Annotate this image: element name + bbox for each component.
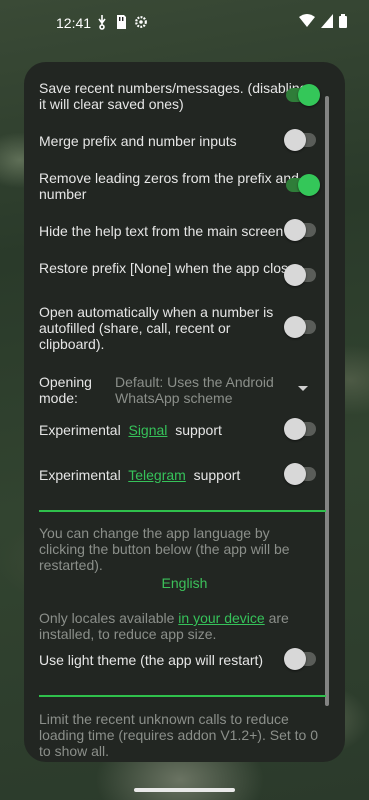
experimental-label: Experimental [39, 467, 121, 483]
toggle-knob [284, 129, 306, 151]
toggle-knob [284, 316, 306, 338]
setting-open-auto-label: Open automatically when a number is auto… [39, 304, 274, 352]
wifi-icon [299, 14, 315, 27]
locales-note-prefix: Only locales available [39, 610, 175, 626]
toggle-knob [298, 174, 320, 196]
support-label: support [175, 422, 222, 438]
setting-remove-zeros-label: Remove leading zeros from the prefix and… [39, 170, 299, 202]
gesture-nav-bar[interactable] [134, 788, 235, 792]
setting-save-recent-label: Save recent numbers/messages. (disabling… [39, 80, 308, 112]
toggle-remove-zeros[interactable] [286, 174, 320, 196]
toggle-light-theme[interactable] [284, 648, 316, 670]
experimental-label: Experimental [39, 422, 121, 438]
locales-note: Only locales available in your device ar… [39, 610, 314, 642]
scrollbar[interactable] [325, 96, 329, 706]
toggle-knob [298, 84, 320, 106]
in-your-device-link[interactable]: in your device [178, 610, 264, 626]
language-button[interactable]: English [24, 575, 345, 591]
light-theme-label: Use light theme (the app will restart) [39, 652, 264, 668]
settings-gear-icon [135, 16, 147, 28]
setting-merge-prefix-label: Merge prefix and number inputs [39, 133, 237, 149]
status-time: 12:41 [56, 15, 92, 31]
status-bar: 12:41 [0, 0, 369, 46]
dropdown-arrow-icon[interactable] [298, 386, 308, 391]
language-help-text: You can change the app language by click… [39, 525, 290, 573]
toggle-knob [284, 648, 306, 670]
settings-panel: Save recent numbers/messages. (disabling… [24, 62, 345, 762]
toggle-knob [284, 264, 306, 286]
section-divider [39, 510, 326, 512]
setting-restore-prefix-label: Restore prefix [None] when the app close… [39, 260, 307, 276]
opening-mode-select[interactable]: Default: Uses the Android WhatsApp schem… [115, 374, 285, 406]
toggle-hide-help[interactable] [284, 219, 316, 241]
setting-hide-help-label: Hide the help text from the main screen [39, 223, 284, 239]
toggle-knob [284, 418, 306, 440]
experimental-telegram-row: Experimental Telegram support [39, 467, 309, 483]
toggle-restore-prefix[interactable] [284, 264, 316, 286]
usb-debug-icon [98, 15, 106, 30]
toggle-telegram[interactable] [284, 463, 316, 485]
toggle-open-auto[interactable] [284, 316, 316, 338]
battery-icon [339, 14, 347, 28]
toggle-knob [284, 463, 306, 485]
section-divider [39, 695, 326, 697]
toggle-signal[interactable] [284, 418, 316, 440]
cell-signal-icon [321, 14, 333, 28]
toggle-knob [284, 219, 306, 241]
recent-calls-help-text: Limit the recent unknown calls to reduce… [39, 711, 319, 759]
support-label: support [193, 467, 241, 483]
toggle-save-recent[interactable] [286, 84, 320, 106]
toggle-merge-prefix[interactable] [284, 129, 316, 151]
sd-card-icon [117, 15, 126, 29]
telegram-link[interactable]: Telegram [128, 467, 186, 483]
experimental-signal-row: Experimental Signal support [39, 422, 309, 438]
opening-mode-label: Opening mode: [39, 374, 92, 406]
signal-link[interactable]: Signal [128, 422, 167, 438]
